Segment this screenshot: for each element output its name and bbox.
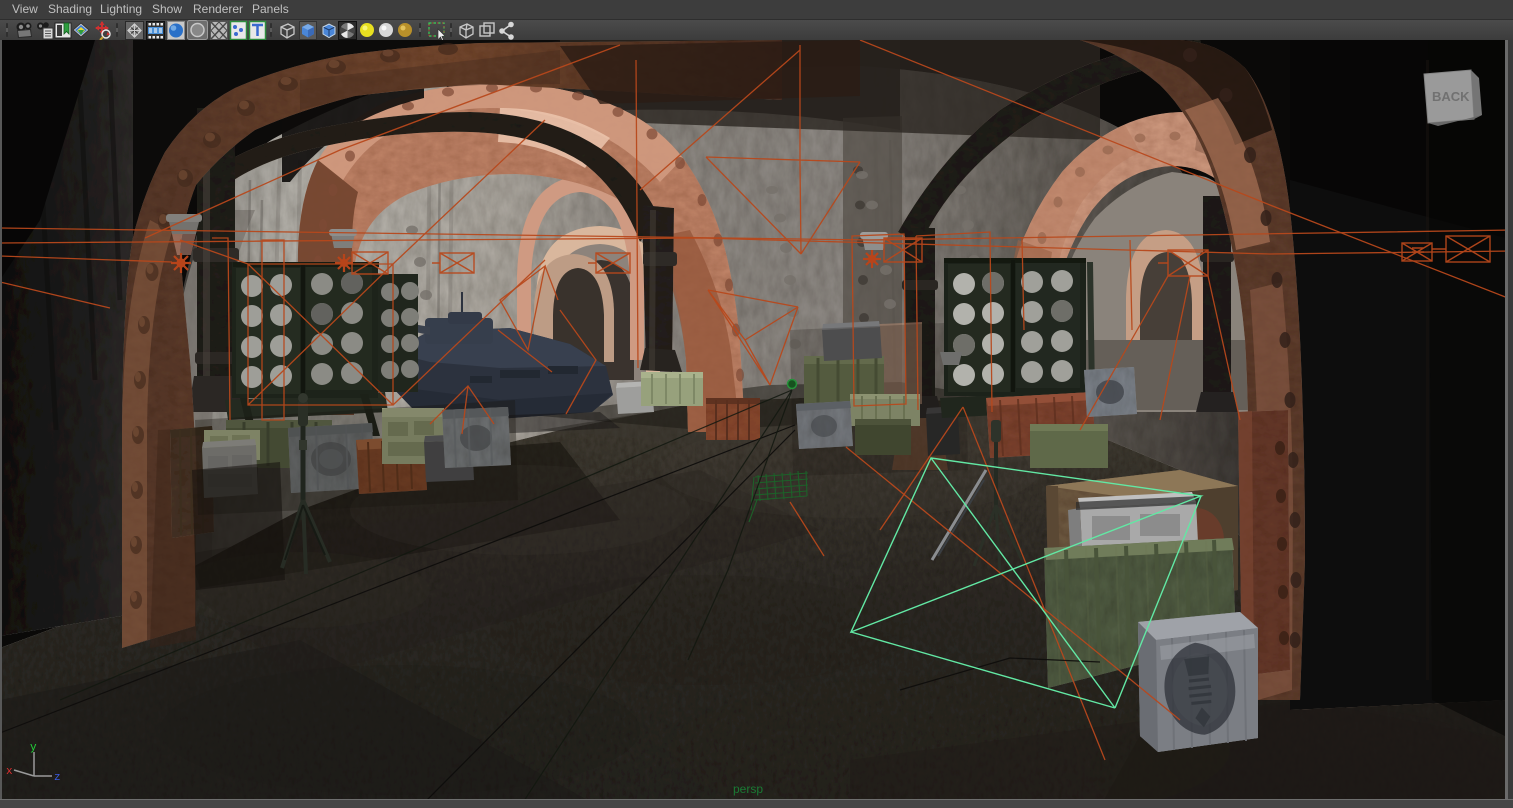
svg-text:BACK: BACK xyxy=(1432,89,1470,104)
svg-text:persp: persp xyxy=(733,782,763,796)
svg-text:x: x xyxy=(6,766,13,778)
svg-text:z: z xyxy=(54,772,61,784)
svg-text:y: y xyxy=(30,742,37,754)
